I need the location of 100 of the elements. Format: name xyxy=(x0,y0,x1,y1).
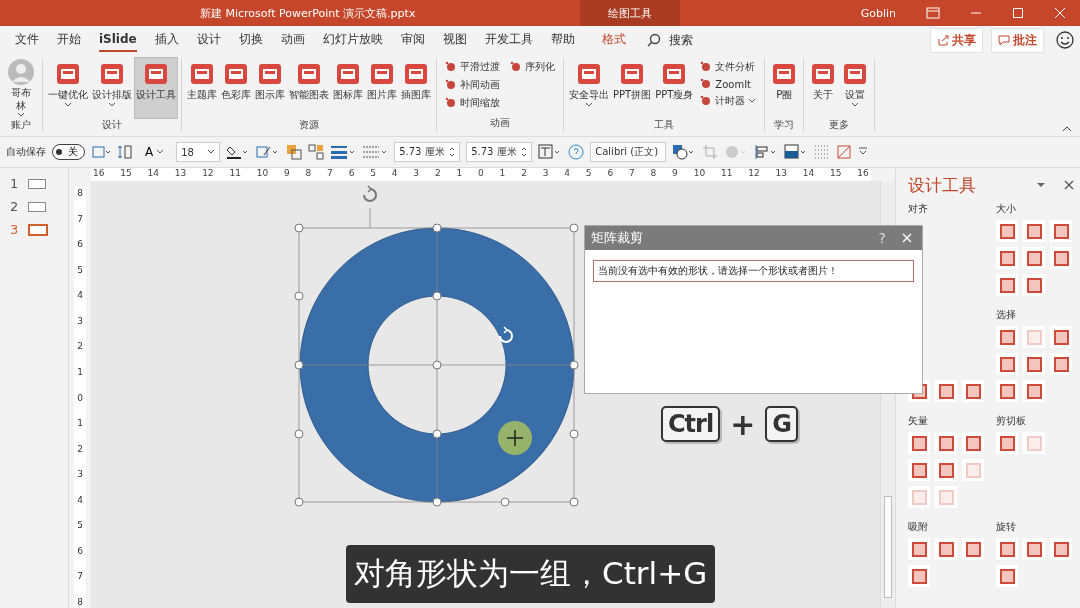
rotate-handle-icon[interactable] xyxy=(499,326,513,343)
ribbon-small-button[interactable]: 补间动画 xyxy=(445,78,500,92)
font-button[interactable]: A xyxy=(139,144,171,160)
bring-forward-icon[interactable] xyxy=(286,144,303,160)
ribbon-button[interactable]: 设计工具 xyxy=(135,58,177,118)
width-field[interactable]: 5.73 厘米 xyxy=(466,142,533,162)
dash-style-icon[interactable] xyxy=(362,144,389,160)
slide-thumbnail[interactable]: 2 xyxy=(0,199,68,214)
ribbon-tab[interactable]: 帮助 xyxy=(550,26,575,54)
tool-icon[interactable] xyxy=(908,565,930,587)
shape-outline-icon[interactable] xyxy=(91,144,111,160)
font-field[interactable]: Calibri (正文) xyxy=(590,142,667,162)
ribbon-tab[interactable]: 文件 xyxy=(15,26,39,54)
ribbon-button[interactable]: 关于 xyxy=(808,58,839,118)
smiley-icon[interactable] xyxy=(1056,31,1074,49)
tool-icon[interactable] xyxy=(1050,247,1072,269)
ribbon-display-icon[interactable] xyxy=(926,7,940,19)
ribbon-tab[interactable]: 插入 xyxy=(154,26,179,54)
ribbon-tab[interactable]: 格式 xyxy=(601,26,626,54)
rotate-handle-icon[interactable] xyxy=(363,185,377,202)
help-icon[interactable] xyxy=(568,144,585,160)
more-icon[interactable] xyxy=(858,147,869,157)
tool-icon[interactable] xyxy=(1023,380,1045,402)
tool-icon[interactable] xyxy=(1050,326,1072,348)
tool-icon[interactable] xyxy=(1023,247,1045,269)
tool-icon[interactable] xyxy=(908,459,930,481)
tool-icon[interactable] xyxy=(1023,274,1045,296)
height-field[interactable]: 5.73 厘米 xyxy=(394,142,461,162)
tool-icon[interactable] xyxy=(1023,353,1045,375)
ribbon-button[interactable]: 智能图表 xyxy=(288,58,330,118)
collapse-ribbon-icon[interactable] xyxy=(1062,126,1072,132)
ribbon-button[interactable]: 图片库 xyxy=(366,58,398,118)
tool-icon[interactable] xyxy=(996,380,1018,402)
tool-icon[interactable] xyxy=(996,353,1018,375)
ribbon-small-button[interactable]: ZoomIt xyxy=(700,78,757,90)
maximize-icon[interactable] xyxy=(1012,7,1024,19)
share-button[interactable]: 共享 xyxy=(930,27,983,53)
tool-icon[interactable] xyxy=(935,459,957,481)
account-button[interactable]: 哥布林 xyxy=(4,58,38,118)
keyboard-key: Ctrl xyxy=(661,406,721,442)
message-field[interactable]: 当前没有选中有效的形状，请选择一个形状或者图片！ xyxy=(593,260,914,282)
ribbon-tab[interactable]: 动画 xyxy=(280,26,305,54)
ribbon-button[interactable]: 主题库 xyxy=(186,58,218,118)
autosave-toggle[interactable]: 关 xyxy=(52,144,85,160)
ribbon-button[interactable]: PPT瘦身 xyxy=(654,58,695,118)
tool-icon[interactable] xyxy=(935,380,957,402)
ribbon-tab[interactable]: 视图 xyxy=(442,26,467,54)
ribbon-button[interactable]: 安全导出 xyxy=(568,58,610,118)
ribbon-tab[interactable]: 开发工具 xyxy=(484,26,533,54)
dropdown-icon[interactable] xyxy=(1036,182,1046,188)
ribbon-button[interactable]: 图示库 xyxy=(254,58,286,118)
ribbon-button[interactable]: P圈 xyxy=(769,58,800,118)
tool-icon[interactable] xyxy=(962,380,984,402)
tool-icon[interactable] xyxy=(996,538,1018,560)
text-height-icon[interactable] xyxy=(117,144,133,160)
tool-icon[interactable] xyxy=(1050,220,1072,242)
search-icon[interactable] xyxy=(646,33,661,47)
slide-thumbnail[interactable]: 3 xyxy=(0,222,68,237)
tool-icon[interactable] xyxy=(935,538,957,560)
tool-icon[interactable] xyxy=(996,274,1018,296)
ribbon-tab[interactable]: 开始 xyxy=(57,26,81,54)
ribbon-button[interactable]: 一键优化 xyxy=(47,58,89,118)
search-label[interactable]: 搜索 xyxy=(668,31,693,49)
tool-icon[interactable] xyxy=(962,538,984,560)
ribbon-small-button[interactable]: 计时器 xyxy=(700,94,757,108)
ribbon-button[interactable]: 色彩库 xyxy=(220,58,252,118)
ribbon-button[interactable]: 设计排版 xyxy=(91,58,133,118)
tool-icon[interactable] xyxy=(996,565,1018,587)
ribbon-button[interactable]: 设置 xyxy=(840,58,871,118)
close-icon[interactable] xyxy=(1064,180,1074,190)
ribbon-tab[interactable]: 幻灯片放映 xyxy=(322,26,383,54)
line-weight-icon[interactable] xyxy=(330,144,357,160)
tool-icon[interactable] xyxy=(1023,538,1045,560)
ribbon-tab[interactable]: 切换 xyxy=(238,26,263,54)
tool-icon[interactable] xyxy=(1050,353,1072,375)
comments-button[interactable]: 批注 xyxy=(991,27,1044,53)
tool-icon[interactable] xyxy=(935,432,957,454)
tool-icon[interactable] xyxy=(996,220,1018,242)
tool-icon[interactable] xyxy=(1050,538,1072,560)
tool-icon[interactable] xyxy=(1023,220,1045,242)
ribbon-button[interactable]: 插图库 xyxy=(400,58,432,118)
tool-icon[interactable] xyxy=(962,432,984,454)
tool-icon[interactable] xyxy=(996,247,1018,269)
ribbon-small-button[interactable]: 文件分析 xyxy=(700,60,757,74)
ribbon-button[interactable]: 图标库 xyxy=(332,58,364,118)
tool-icon[interactable] xyxy=(996,432,1018,454)
slide-thumbnail[interactable]: 1 xyxy=(0,176,68,191)
tool-icon[interactable] xyxy=(908,538,930,560)
ribbon-tab[interactable]: iSlide xyxy=(99,28,137,52)
send-backward-icon[interactable] xyxy=(308,144,325,160)
tool-icon[interactable] xyxy=(908,432,930,454)
ribbon-small-button[interactable]: 时间缩放 xyxy=(445,96,500,110)
ribbon-small-button[interactable]: 平滑过渡 xyxy=(445,60,500,74)
tool-icon[interactable] xyxy=(996,326,1018,348)
no-fill-icon[interactable] xyxy=(836,144,853,160)
ribbon-small-button[interactable]: 序列化 xyxy=(510,60,555,74)
ribbon-tab[interactable]: 设计 xyxy=(196,26,221,54)
ribbon-tab[interactable]: 审阅 xyxy=(400,26,425,54)
ribbon-button[interactable]: PPT拼图 xyxy=(612,58,653,118)
font-size-field[interactable]: 18 xyxy=(176,142,221,162)
